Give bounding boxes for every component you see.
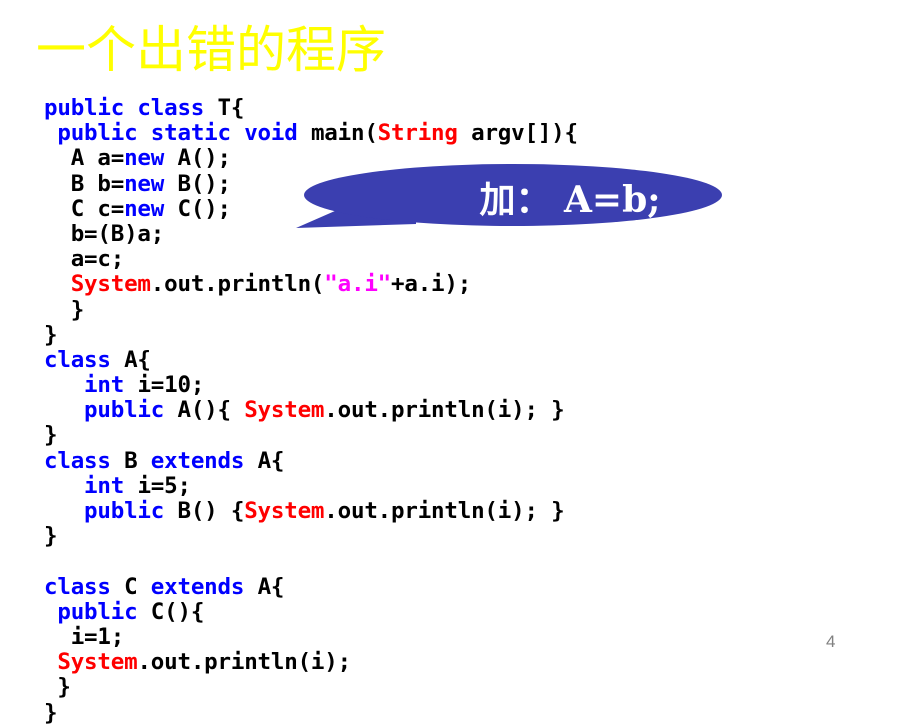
code-token: int bbox=[84, 372, 125, 399]
code-token: public bbox=[84, 397, 165, 424]
code-token: argv[]){ bbox=[457, 120, 578, 147]
code-token: class bbox=[44, 346, 111, 373]
code-line: int i=10; bbox=[44, 372, 578, 399]
code-line: public static void main(String argv[]){ bbox=[44, 121, 578, 146]
code-line: } bbox=[44, 423, 578, 448]
code-line: } bbox=[44, 675, 578, 700]
code-token: .out.println(i); bbox=[137, 649, 351, 676]
code-token: i=10; bbox=[124, 372, 205, 399]
code-token: C(); bbox=[164, 195, 231, 222]
code-token: +a.i); bbox=[391, 271, 472, 298]
code-token: .out.println(i); } bbox=[324, 397, 565, 424]
code-listing: public class T{ public static void main(… bbox=[44, 95, 578, 726]
code-line: A a=new A(); bbox=[44, 146, 578, 171]
code-token: A{ bbox=[110, 346, 151, 373]
code-token: B() { bbox=[164, 498, 245, 524]
code-token: extends bbox=[150, 447, 245, 474]
code-line: System.out.println(i); bbox=[44, 650, 578, 675]
code-token: extends bbox=[150, 573, 245, 600]
code-line: } bbox=[44, 524, 578, 549]
code-token: public static void bbox=[57, 120, 311, 147]
code-token: i=1; bbox=[44, 623, 125, 650]
code-token: C(){ bbox=[137, 598, 205, 625]
code-line: int i=5; bbox=[44, 472, 578, 499]
code-token: C c= bbox=[44, 195, 125, 222]
code-line: class C extends A{ bbox=[44, 573, 578, 600]
code-token: } bbox=[44, 296, 85, 323]
code-token: A a= bbox=[44, 145, 125, 172]
code-line: b=(B)a; bbox=[44, 220, 578, 247]
code-token: A(); bbox=[164, 145, 231, 172]
code-token: main( bbox=[310, 120, 378, 147]
code-line: } bbox=[44, 699, 578, 726]
code-token: class bbox=[44, 573, 111, 600]
code-token: i=5; bbox=[124, 472, 191, 499]
code-line: B b=new B(); bbox=[44, 170, 578, 197]
code-token: C bbox=[110, 573, 151, 600]
code-line: a=c; bbox=[44, 247, 578, 272]
code-token: public class bbox=[44, 95, 218, 121]
code-token: public bbox=[57, 598, 138, 625]
code-token: } bbox=[44, 321, 58, 348]
code-token: } bbox=[44, 699, 58, 726]
code-line: public class T{ bbox=[44, 95, 578, 121]
code-token: b=(B)a; bbox=[44, 220, 165, 247]
code-token: new bbox=[124, 195, 165, 222]
code-token: } bbox=[44, 523, 58, 550]
code-token: class bbox=[44, 447, 111, 474]
page-number: 4 bbox=[826, 632, 836, 651]
code-line: C c=new C(); bbox=[44, 195, 578, 222]
code-line: class B extends A{ bbox=[44, 447, 578, 474]
code-token: } bbox=[44, 674, 71, 701]
code-token: a=c; bbox=[44, 246, 125, 273]
code-token: B b= bbox=[44, 170, 125, 197]
code-token: B bbox=[110, 447, 151, 474]
page-title: 一个出错的程序 bbox=[36, 21, 386, 79]
code-token: .out.println(i); } bbox=[324, 498, 565, 524]
code-token: System bbox=[244, 397, 325, 424]
code-line: public A(){ System.out.println(i); } bbox=[44, 398, 578, 423]
code-line: class A{ bbox=[44, 346, 578, 373]
code-token: A{ bbox=[244, 447, 285, 474]
code-line: System.out.println("a.i"+a.i); bbox=[44, 272, 578, 297]
code-token: System bbox=[244, 498, 325, 524]
slide-canvas: 一个出错的程序 public class T{ public static vo… bbox=[0, 0, 920, 725]
code-token: String bbox=[377, 120, 458, 147]
code-token: } bbox=[44, 422, 58, 449]
code-line: } bbox=[44, 296, 578, 323]
code-token: A(){ bbox=[164, 397, 245, 424]
code-token: new bbox=[124, 170, 165, 197]
code-line: public C(){ bbox=[44, 598, 578, 625]
code-line: } bbox=[44, 321, 578, 348]
code-token: System bbox=[70, 271, 151, 298]
code-token: B(); bbox=[164, 170, 231, 197]
code-token: public bbox=[84, 498, 165, 524]
code-token: "a.i" bbox=[324, 271, 392, 298]
code-token: A{ bbox=[244, 573, 285, 600]
code-token: .out.println( bbox=[150, 271, 325, 298]
code-line: public B() {System.out.println(i); } bbox=[44, 498, 578, 524]
code-token: System bbox=[57, 649, 138, 676]
code-token: int bbox=[84, 472, 125, 499]
code-token: T{ bbox=[217, 95, 245, 121]
code-token: new bbox=[124, 145, 165, 172]
code-line: i=1; bbox=[44, 623, 578, 650]
